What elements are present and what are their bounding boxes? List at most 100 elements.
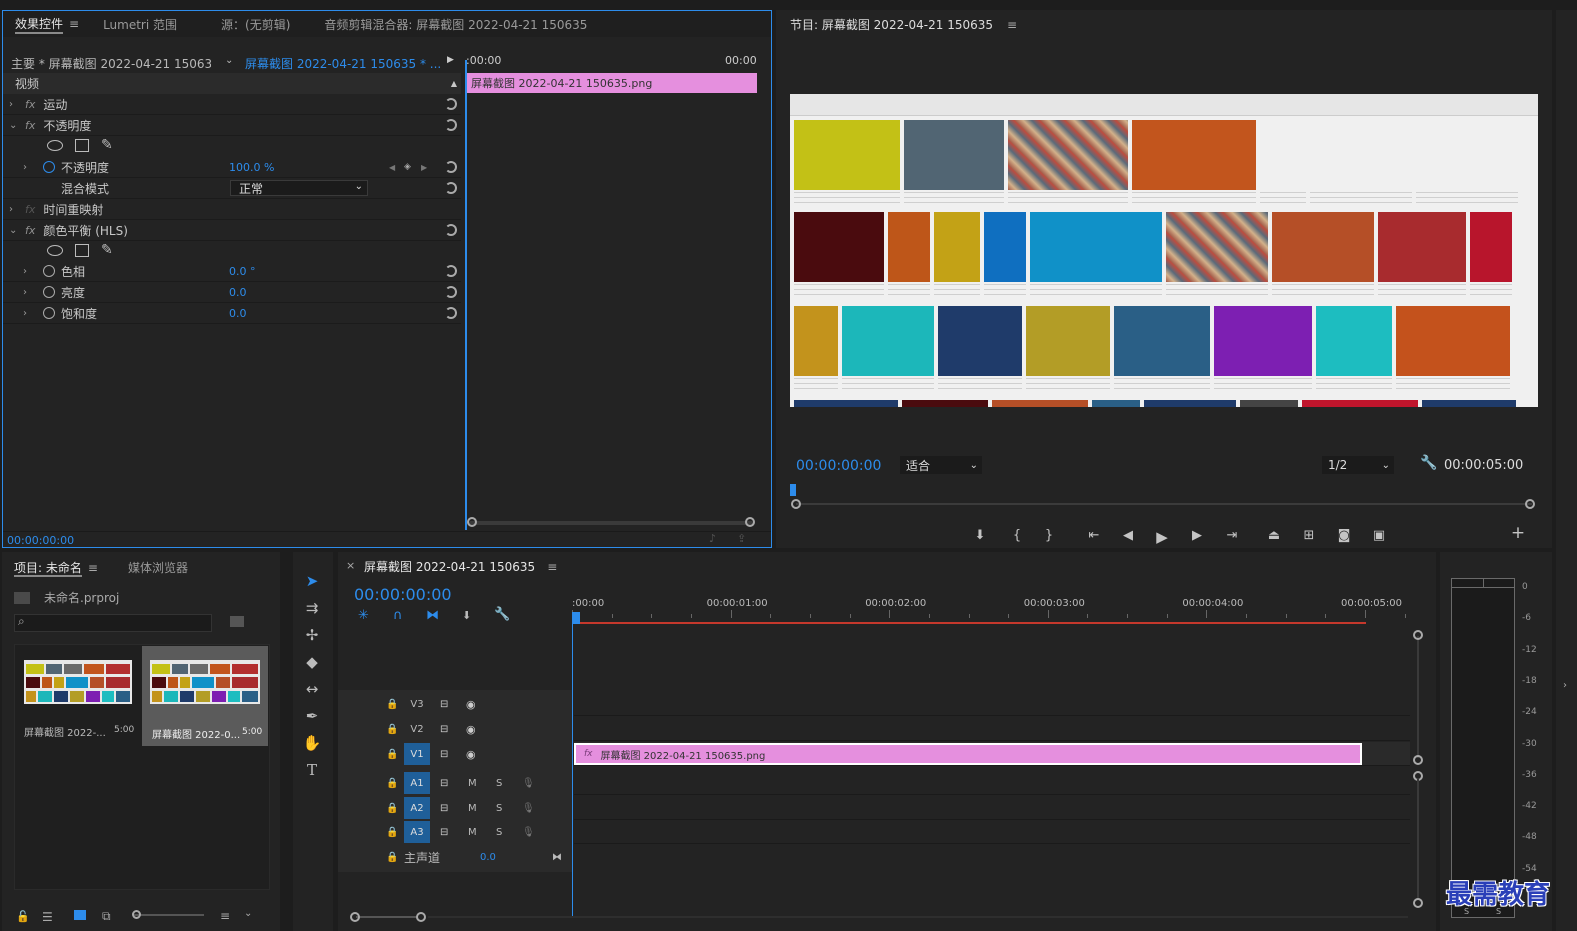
horizontal-scroll[interactable] (356, 916, 418, 918)
lane-v2[interactable] (574, 717, 1410, 741)
pen-tool-icon[interactable]: ✒ (297, 703, 327, 729)
lock-icon[interactable]: 🔒 (386, 827, 398, 838)
stopwatch-icon[interactable] (43, 286, 55, 298)
ec-clip-bar[interactable]: 屏幕截图 2022-04-21 150635.png (467, 73, 757, 93)
program-scrub-bar[interactable] (796, 503, 1532, 505)
project-item-2[interactable]: 屏幕截图 2022-0... 5:00 (142, 646, 268, 746)
lock-icon[interactable]: 🔒 (386, 749, 398, 760)
export-icon[interactable]: ⇪ (737, 532, 746, 545)
scroll-handle-right[interactable] (745, 517, 755, 527)
reset-icon[interactable] (445, 161, 457, 173)
effect-opacity[interactable]: ⌄ fx 不透明度 (3, 115, 461, 136)
master-volume-value[interactable]: 0.0 (480, 852, 496, 863)
timeline-playhead-marker[interactable] (572, 612, 580, 624)
vertical-scroll-audio[interactable] (1417, 778, 1419, 900)
ripple-edit-tool-icon[interactable]: ✢ (297, 622, 327, 648)
lock-icon[interactable]: 🔒 (386, 778, 398, 789)
stopwatch-icon[interactable] (43, 265, 55, 277)
zoom-slider[interactable] (134, 914, 204, 916)
stopwatch-icon[interactable] (43, 307, 55, 319)
vertical-scroll-video[interactable] (1417, 636, 1419, 758)
eye-icon[interactable]: ◉ (466, 698, 476, 711)
go-to-in-icon[interactable]: ⇤ (1083, 528, 1105, 543)
zoom-handle-right[interactable] (1525, 499, 1535, 509)
step-forward-icon[interactable]: ▶ (1186, 528, 1208, 543)
settings-wrench-icon[interactable]: 🔧 (1420, 455, 1437, 471)
extract-icon[interactable]: ⊞ (1298, 528, 1320, 543)
play-icon[interactable]: ▶ (1151, 528, 1173, 546)
lightness-value[interactable]: 0.0 (229, 286, 247, 299)
pen-mask-icon[interactable]: ✎ (101, 242, 113, 258)
opacity-value[interactable]: 100.0 % (229, 161, 274, 174)
sync-lock-icon[interactable]: ⊟ (440, 778, 448, 789)
settings-wrench-icon[interactable]: 🔧 (494, 607, 510, 622)
lane-a1[interactable] (574, 771, 1410, 795)
project-item-1[interactable]: 屏幕截图 2022-... 5:00 (16, 646, 140, 744)
solo-button[interactable]: S (496, 778, 502, 789)
scroll-handle-right[interactable] (416, 912, 426, 922)
lock-icon[interactable]: 🔒 (386, 803, 398, 814)
comparison-view-icon[interactable]: ▣ (1368, 528, 1390, 543)
eye-icon[interactable]: ◉ (466, 748, 476, 761)
track-target-v2[interactable]: V2 (406, 724, 428, 735)
sync-lock-icon[interactable]: ⊟ (440, 803, 448, 814)
reset-icon[interactable] (445, 307, 457, 319)
zoom-slider-knob[interactable] (132, 910, 141, 919)
track-select-tool-icon[interactable]: ⇉ (297, 595, 327, 621)
go-to-out-icon[interactable]: ⇥ (1221, 528, 1243, 543)
timeline-timecode[interactable]: 00:00:00:00 (354, 585, 452, 604)
tab-effect-controls[interactable]: 效果控件 ≡ (3, 11, 91, 37)
reset-icon[interactable] (445, 98, 457, 110)
selection-tool-icon[interactable]: ➤ (297, 568, 327, 594)
effect-time-remap[interactable]: › fx 时间重映射 (3, 199, 461, 220)
scroll-handle[interactable] (1413, 755, 1423, 765)
microphone-icon[interactable]: 🎙 (522, 803, 535, 814)
mute-button[interactable]: M (468, 778, 477, 789)
next-keyframe-icon[interactable]: ▶ (421, 163, 427, 172)
eye-icon[interactable]: ◉ (466, 723, 476, 736)
add-marker-icon[interactable]: ⬇ (462, 609, 471, 622)
prev-keyframe-icon[interactable]: ◀ (389, 163, 395, 172)
add-keyframe-icon[interactable]: ◈ (404, 162, 411, 172)
program-video-frame[interactable] (790, 94, 1538, 407)
mark-in-icon[interactable]: { (1006, 528, 1028, 543)
mark-out-icon[interactable]: } (1038, 528, 1060, 543)
panel-menu-icon[interactable]: ≡ (88, 561, 98, 575)
chevron-right-icon[interactable]: › (23, 266, 33, 277)
tab-source[interactable]: 源：(无剪辑) (209, 11, 302, 37)
new-bin-icon[interactable] (230, 616, 244, 627)
chevron-right-icon[interactable]: › (9, 99, 19, 110)
fit-select[interactable]: 适合 ⌄ (900, 456, 982, 474)
track-target-a3[interactable]: A3 (404, 821, 430, 843)
rectangle-mask-icon[interactable] (75, 244, 89, 257)
ec-playhead[interactable] (465, 60, 467, 530)
tab-audio-clip-mixer[interactable]: 音频剪辑混合器: 屏幕截图 2022-04-21 150635 (312, 11, 599, 37)
timeline-clip[interactable]: fx 屏幕截图 2022-04-21 150635.png (574, 743, 1362, 765)
lane-a3[interactable] (574, 820, 1410, 844)
ec-zoom-scrollbar[interactable] (469, 521, 753, 525)
timeline-close-icon[interactable]: × (346, 559, 355, 572)
track-target-a2[interactable]: A2 (404, 797, 430, 819)
chevron-right-icon[interactable]: › (23, 308, 33, 319)
collapse-icon[interactable]: ▲ (451, 79, 457, 88)
chevron-down-icon[interactable]: ⌄ (225, 55, 233, 66)
play-only-icon[interactable]: ▶ (447, 55, 454, 65)
nest-toggle-icon[interactable]: ✳ (358, 608, 369, 623)
sync-lock-icon[interactable]: ⊟ (440, 749, 448, 760)
icon-view-icon[interactable] (74, 910, 86, 920)
ellipse-mask-icon[interactable] (47, 140, 63, 151)
panel-menu-icon[interactable]: ≡ (1007, 18, 1017, 32)
solo-button[interactable]: S (496, 827, 502, 838)
export-frame-icon[interactable]: ◙ (1333, 528, 1355, 543)
tab-lumetri-scopes[interactable]: Lumetri 范围 (91, 11, 189, 37)
sync-lock-icon[interactable]: ⊟ (440, 827, 448, 838)
scroll-handle-left[interactable] (467, 517, 477, 527)
resolution-select[interactable]: 1/2 ⌄ (1322, 456, 1394, 474)
hand-tool-icon[interactable]: ✋ (297, 730, 327, 756)
chevron-down-icon[interactable]: ⌄ (244, 908, 252, 919)
sync-lock-icon[interactable]: ⊟ (440, 724, 448, 735)
sync-lock-icon[interactable]: ⊟ (440, 699, 448, 710)
scroll-handle-left[interactable] (350, 912, 360, 922)
hue-value[interactable]: 0.0 ° (229, 265, 256, 278)
search-input[interactable] (14, 614, 212, 632)
